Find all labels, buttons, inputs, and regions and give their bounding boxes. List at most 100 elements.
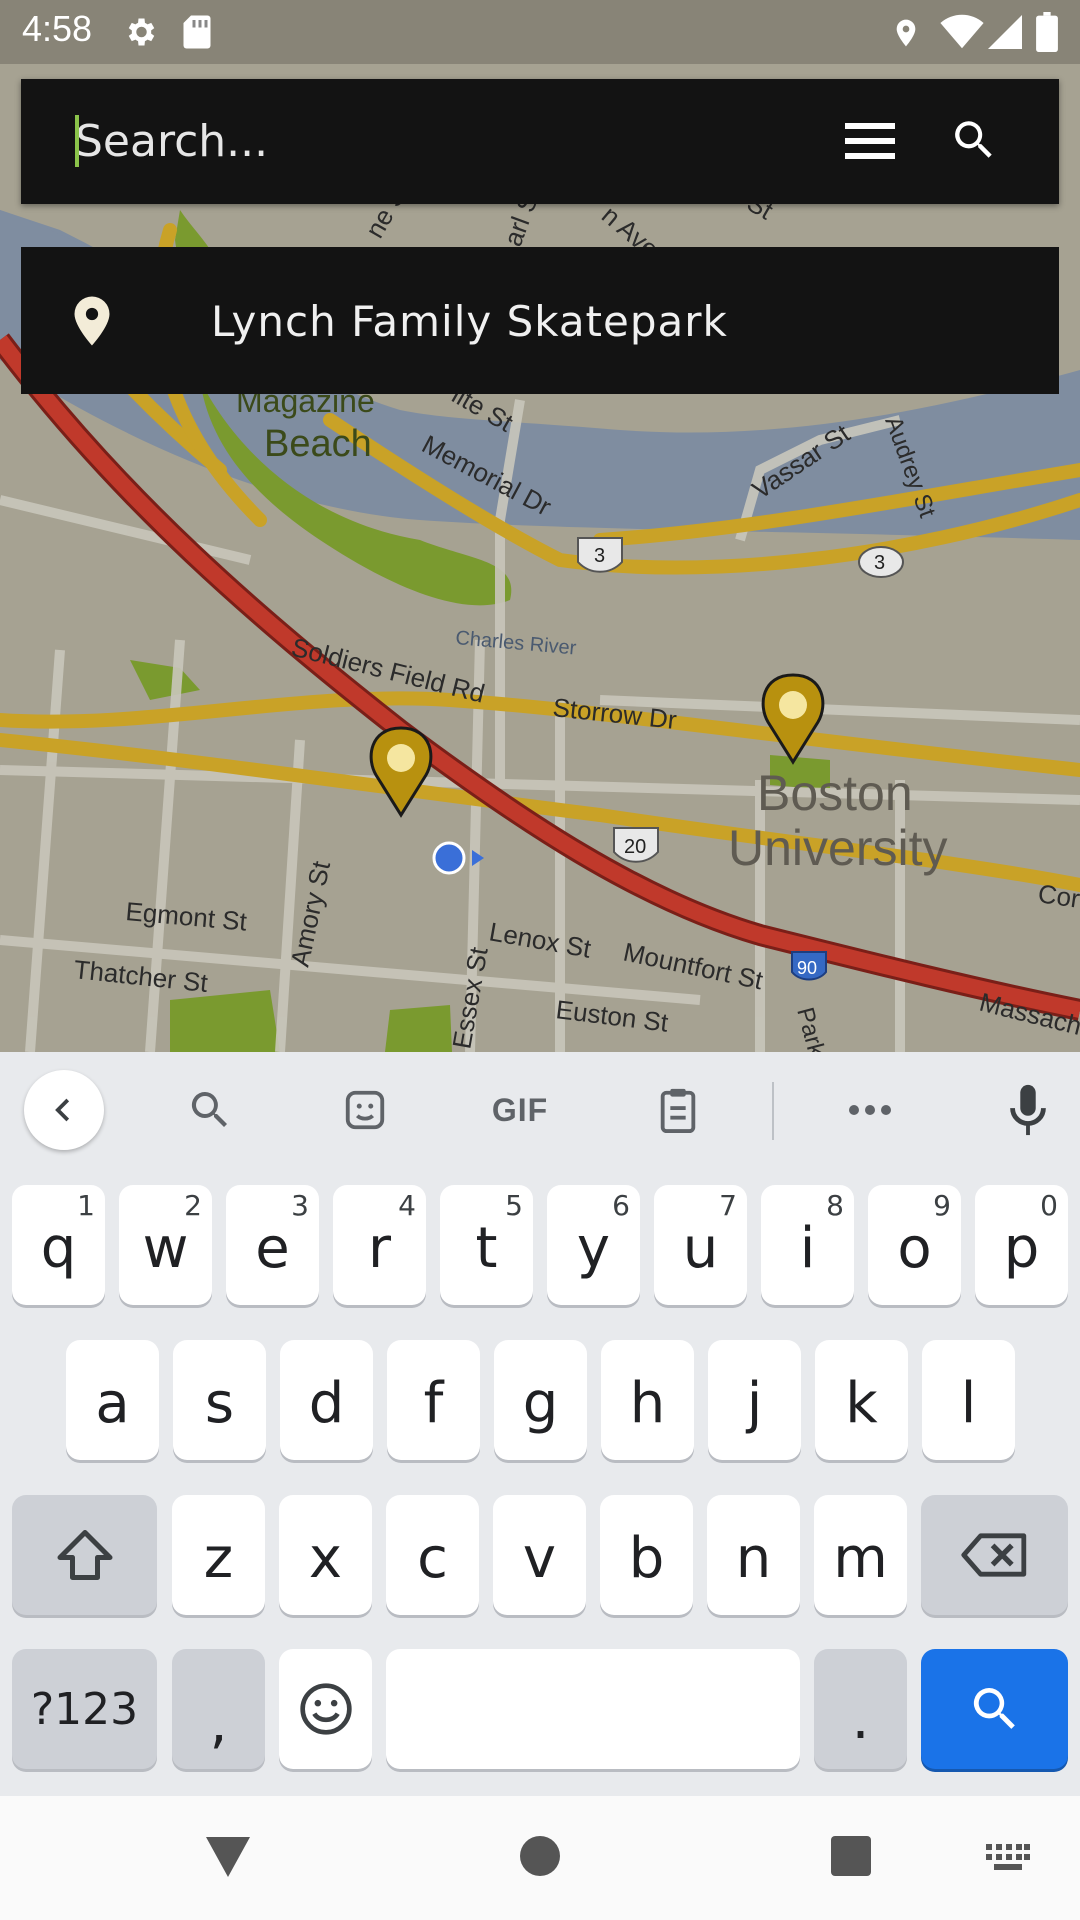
search-icon[interactable]: [949, 115, 999, 165]
key-label: x: [308, 1525, 343, 1591]
key-t[interactable]: t5: [440, 1185, 533, 1305]
clipboard-icon[interactable]: [648, 1052, 708, 1168]
key-label: i: [799, 1215, 816, 1281]
key-d[interactable]: d: [280, 1340, 373, 1460]
key-label: a: [95, 1370, 130, 1436]
key-y[interactable]: y6: [547, 1185, 640, 1305]
key-label: c: [417, 1525, 448, 1591]
battery-icon: [1036, 12, 1058, 52]
key-h[interactable]: h: [601, 1340, 694, 1460]
location-icon: [896, 19, 916, 47]
search-suggestion-item[interactable]: Lynch Family Skatepark: [21, 247, 1059, 394]
key-label: d: [308, 1370, 345, 1436]
status-bar: 4:58: [0, 0, 1080, 64]
key-r[interactable]: r4: [333, 1185, 426, 1305]
key-hint: 1: [77, 1189, 95, 1222]
key-p[interactable]: p0: [975, 1185, 1068, 1305]
key-label: g: [522, 1370, 559, 1436]
key-label: l: [960, 1370, 977, 1436]
key-label: y: [576, 1215, 611, 1281]
search-icon[interactable]: [180, 1052, 240, 1168]
key-label: r: [367, 1215, 392, 1281]
key-label: e: [255, 1215, 290, 1281]
key-n[interactable]: n: [707, 1495, 800, 1615]
shift-key[interactable]: [12, 1495, 157, 1615]
key-g[interactable]: g: [494, 1340, 587, 1460]
key-l[interactable]: l: [922, 1340, 1015, 1460]
key-label: k: [845, 1370, 878, 1436]
key-label: m: [833, 1525, 888, 1591]
sticker-icon[interactable]: [335, 1052, 395, 1168]
symbols-key[interactable]: ?123: [12, 1649, 157, 1769]
key-hint: 2: [184, 1189, 202, 1222]
key-e[interactable]: e3: [226, 1185, 319, 1305]
key-label: v: [522, 1525, 557, 1591]
search-icon: [973, 1688, 1015, 1729]
keyboard-switch-icon[interactable]: [986, 1844, 1030, 1870]
key-label: p: [1003, 1215, 1040, 1281]
space-key[interactable]: [386, 1649, 800, 1769]
key-j[interactable]: j: [708, 1340, 801, 1460]
wifi-icon: [940, 14, 984, 49]
map-label-cor: Cor: [1036, 878, 1080, 914]
key-i[interactable]: i8: [761, 1185, 854, 1305]
text-cursor: [75, 115, 79, 167]
key-q[interactable]: q1: [12, 1185, 105, 1305]
key-o[interactable]: o9: [868, 1185, 961, 1305]
key-z[interactable]: z: [172, 1495, 265, 1615]
key-label: t: [475, 1215, 498, 1281]
key-k[interactable]: k: [815, 1340, 908, 1460]
more-icon[interactable]: [840, 1052, 900, 1168]
key-label: s: [204, 1370, 235, 1436]
emoji-key[interactable]: [279, 1649, 372, 1769]
map-label-university: University: [728, 820, 947, 876]
gear-icon: [128, 18, 155, 46]
symbols-label: ?123: [30, 1683, 139, 1735]
back-arrow-icon[interactable]: [24, 1070, 104, 1150]
key-hint: 4: [398, 1189, 416, 1222]
keyboard: GIF ?123 , . q1w2e3r4t5y6u7i8o9p0asdfghj…: [0, 1052, 1080, 1796]
back-triangle-icon[interactable]: [206, 1836, 250, 1878]
key-b[interactable]: b: [600, 1495, 693, 1615]
comma-key[interactable]: ,: [172, 1649, 265, 1769]
search-action-key[interactable]: [921, 1649, 1068, 1769]
home-circle-icon[interactable]: [520, 1836, 560, 1876]
key-label: f: [423, 1370, 444, 1436]
key-label: j: [746, 1370, 763, 1436]
recents-square-icon[interactable]: [831, 1836, 871, 1876]
navigation-bar: [0, 1796, 1080, 1920]
key-hint: 6: [612, 1189, 630, 1222]
menu-icon[interactable]: [845, 119, 895, 163]
key-hint: 3: [291, 1189, 309, 1222]
key-m[interactable]: m: [814, 1495, 907, 1615]
period-key[interactable]: .: [814, 1649, 907, 1769]
map-label-boston: Boston: [757, 765, 913, 821]
key-label: u: [682, 1215, 719, 1281]
key-hint: 5: [505, 1189, 523, 1222]
sd-card-icon: [183, 15, 211, 49]
microphone-icon[interactable]: [998, 1052, 1058, 1168]
key-s[interactable]: s: [173, 1340, 266, 1460]
gif-label: GIF: [491, 1091, 549, 1128]
key-u[interactable]: u7: [654, 1185, 747, 1305]
key-hint: 0: [1040, 1189, 1058, 1222]
svg-text:90: 90: [797, 958, 817, 978]
route-shield-3a: 3: [577, 537, 623, 573]
status-time: 4:58: [22, 8, 93, 49]
key-v[interactable]: v: [493, 1495, 586, 1615]
svg-text:3: 3: [594, 545, 605, 567]
search-input[interactable]: [75, 105, 835, 177]
key-a[interactable]: a: [66, 1340, 159, 1460]
key-label: o: [897, 1215, 932, 1281]
search-bar: [21, 79, 1059, 204]
signal-icon: [988, 15, 1022, 49]
key-x[interactable]: x: [279, 1495, 372, 1615]
backspace-key[interactable]: [921, 1495, 1068, 1615]
key-hint: 8: [826, 1189, 844, 1222]
key-w[interactable]: w2: [119, 1185, 212, 1305]
key-c[interactable]: c: [386, 1495, 479, 1615]
comma-label: ,: [209, 1690, 228, 1756]
key-label: b: [628, 1525, 665, 1591]
gif-button[interactable]: GIF: [480, 1052, 560, 1168]
key-f[interactable]: f: [387, 1340, 480, 1460]
